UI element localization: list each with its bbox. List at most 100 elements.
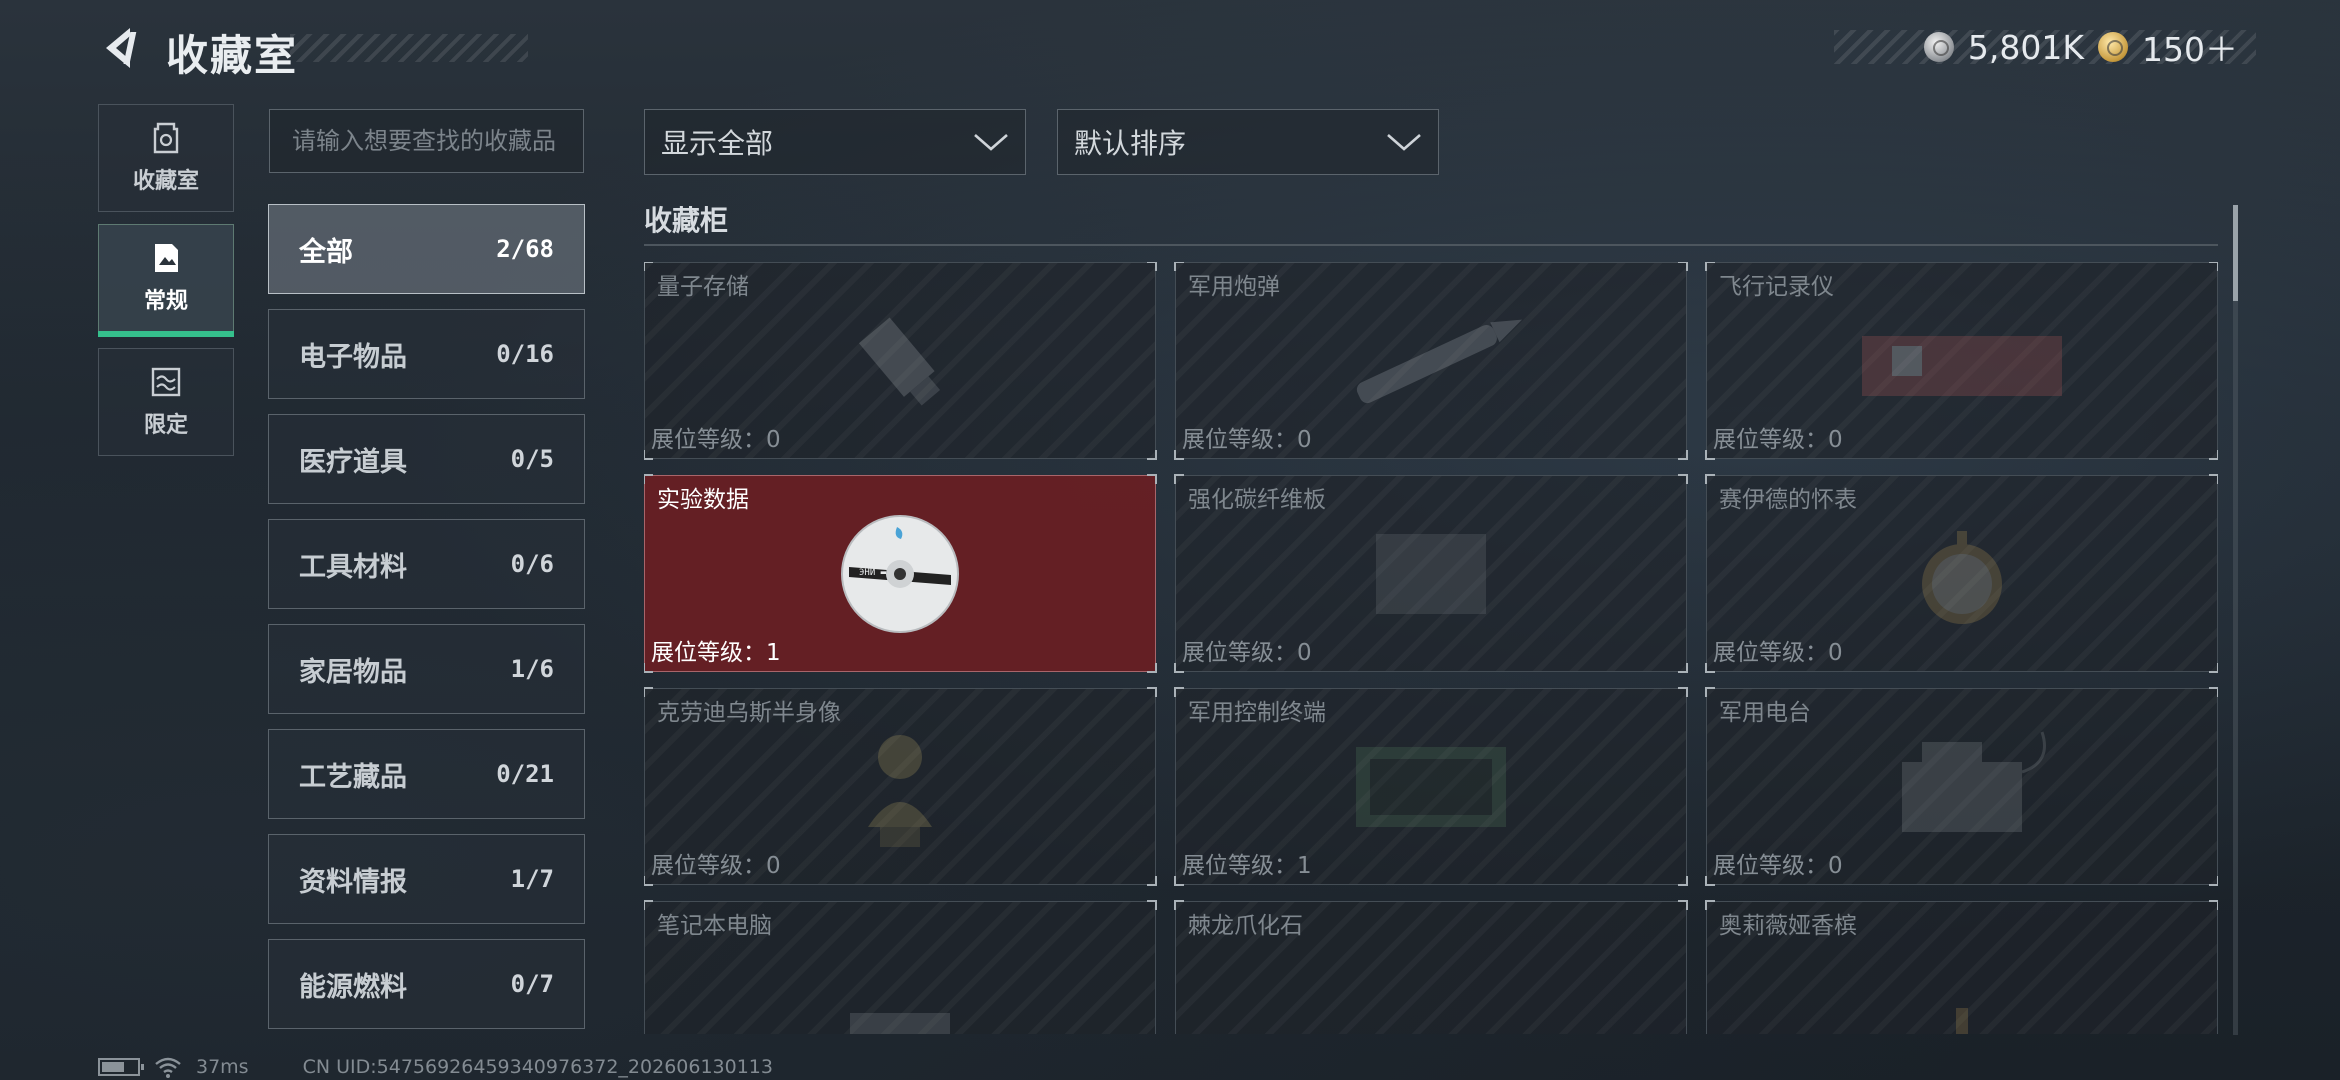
display-filter-dropdown[interactable]: 显示全部 xyxy=(644,109,1026,175)
item-name: 赛伊德的怀表 xyxy=(1719,487,1857,513)
title-decoration xyxy=(290,34,528,62)
sort-value: 默认排序 xyxy=(1074,127,1187,160)
category-name: 医疗道具 xyxy=(299,446,407,478)
scroll-thumb[interactable] xyxy=(2233,205,2238,301)
display-filter-value: 显示全部 xyxy=(661,127,774,160)
category-count: 0/21 xyxy=(496,760,554,788)
collection-card[interactable]: 军用电台 展位等级：0 xyxy=(1705,687,2218,886)
bust-icon xyxy=(868,734,932,847)
item-level: 展位等级：1 xyxy=(1182,853,1312,879)
fossil-icon xyxy=(1341,1028,1521,1034)
disc-icon: ЭНИ ▬ ВУ xyxy=(841,514,959,633)
side-nav-label: 收藏室 xyxy=(132,169,199,194)
control-terminal-icon xyxy=(1356,746,1506,827)
category-household[interactable]: 家居物品 1/6 xyxy=(268,624,585,714)
collection-card[interactable]: 棘龙爪化石 xyxy=(1174,900,1688,1034)
flight-recorder-icon xyxy=(1862,335,2062,396)
ping-value: 37ms xyxy=(196,1056,249,1078)
artillery-shell-icon xyxy=(1356,319,1523,403)
gold-currency-value[interactable]: 150＋ xyxy=(2142,23,2238,71)
champagne-icon xyxy=(1956,1008,1968,1034)
item-level: 展位等级：0 xyxy=(1182,640,1312,666)
side-nav-item-vault[interactable]: 收藏室 xyxy=(98,104,234,212)
collection-card[interactable]: 笔记本电脑 xyxy=(644,900,1157,1034)
chevron-down-icon xyxy=(974,134,1008,151)
carbon-plate-icon xyxy=(1376,533,1486,614)
category-crafts[interactable]: 工艺藏品 0/21 xyxy=(268,729,585,819)
item-level: 展位等级：1 xyxy=(651,640,781,666)
section-title: 收藏柜 xyxy=(644,204,729,237)
category-name: 电子物品 xyxy=(299,341,407,373)
laptop-icon xyxy=(850,1013,950,1034)
category-name: 全部 xyxy=(299,236,353,268)
item-name: 实验数据 xyxy=(657,487,749,513)
gold-coin-icon xyxy=(2098,32,2128,62)
item-name: 军用电台 xyxy=(1719,700,1811,726)
category-list: 全部 2/68 电子物品 0/16 医疗道具 0/5 工具材料 0/6 家居物品… xyxy=(268,204,585,1044)
item-name: 量子存储 xyxy=(657,274,749,300)
category-count: 2/68 xyxy=(496,235,554,263)
collection-card[interactable]: 克劳迪乌斯半身像 展位等级：0 xyxy=(644,687,1157,886)
category-all[interactable]: 全部 2/68 xyxy=(268,204,585,294)
collection-card[interactable]: 量子存储 展位等级：0 xyxy=(644,262,1157,460)
category-energy[interactable]: 能源燃料 0/7 xyxy=(268,939,585,1029)
item-level: 展位等级：0 xyxy=(1713,427,1843,453)
collection-card-owned[interactable]: ЭНИ ▬ ВУ 实验数据 展位等级：1 xyxy=(644,474,1157,673)
item-name: 克劳迪乌斯半身像 xyxy=(657,700,841,726)
item-name: 棘龙爪化石 xyxy=(1188,913,1303,939)
item-name: 强化碳纤维板 xyxy=(1188,487,1326,513)
battery-icon xyxy=(98,1058,144,1076)
collection-card[interactable]: 军用炮弹 展位等级：0 xyxy=(1174,262,1688,460)
chevron-down-icon xyxy=(1387,134,1421,151)
currency-bar: 5,801K 150＋ xyxy=(1834,27,2256,69)
category-medical[interactable]: 医疗道具 0/5 xyxy=(268,414,585,504)
silver-coin-icon xyxy=(1923,32,1954,62)
search-box[interactable] xyxy=(269,109,584,173)
category-count: 0/5 xyxy=(510,445,554,473)
pocket-watch-icon xyxy=(1922,530,2002,624)
page-title: 收藏室 xyxy=(166,31,299,80)
category-count: 1/6 xyxy=(510,655,554,683)
collection-grid: 量子存储 展位等级：0 军用炮弹 展位等级：0 飞行记录仪 展位等级：0 ЭНИ… xyxy=(644,262,2218,1034)
sort-dropdown[interactable]: 默认排序 xyxy=(1057,109,1439,175)
vault-icon xyxy=(153,122,179,154)
side-nav-label: 常规 xyxy=(143,289,188,314)
item-level: 展位等级：0 xyxy=(1713,853,1843,879)
side-nav-label: 限定 xyxy=(143,413,188,438)
item-level: 展位等级：0 xyxy=(1182,427,1312,453)
wifi-icon xyxy=(155,1057,181,1078)
category-name: 资料情报 xyxy=(299,866,407,898)
search-input[interactable] xyxy=(292,127,561,155)
item-name: 笔记本电脑 xyxy=(657,913,772,939)
collection-card[interactable]: 奥莉薇娅香槟 xyxy=(1705,900,2218,1034)
category-name: 能源燃料 xyxy=(299,971,407,1003)
section-divider xyxy=(644,244,2218,246)
side-nav-item-regular[interactable]: 常规 xyxy=(98,224,234,337)
category-intel[interactable]: 资料情报 1/7 xyxy=(268,834,585,924)
category-electronics[interactable]: 电子物品 0/16 xyxy=(268,309,585,399)
item-name: 奥莉薇娅香槟 xyxy=(1719,913,1857,939)
category-count: 0/6 xyxy=(510,550,554,578)
back-arrow-icon xyxy=(106,28,137,68)
item-name: 飞行记录仪 xyxy=(1719,274,1834,300)
category-name: 工具材料 xyxy=(299,551,407,583)
grid-scrollbar[interactable] xyxy=(2233,205,2238,1035)
side-nav-item-limited[interactable]: 限定 xyxy=(98,348,234,456)
item-level: 展位等级：0 xyxy=(651,853,781,879)
side-nav: 收藏室 常规 限定 xyxy=(98,104,234,456)
collection-card[interactable]: 飞行记录仪 展位等级：0 xyxy=(1705,262,2218,460)
item-level: 展位等级：0 xyxy=(651,427,781,453)
radio-icon xyxy=(1902,731,2046,832)
collection-card[interactable]: 赛伊德的怀表 展位等级：0 xyxy=(1705,474,2218,673)
silver-currency-value: 5,801K xyxy=(1967,27,2084,67)
collection-card[interactable]: 军用控制终端 展位等级：1 xyxy=(1174,687,1688,886)
user-uid: CN UID:5475692645934097637​2_20260613011… xyxy=(302,1056,773,1078)
item-name: 军用炮弹 xyxy=(1188,274,1280,300)
category-name: 工艺藏品 xyxy=(299,761,407,793)
document-icon xyxy=(155,244,178,272)
limited-icon xyxy=(151,367,181,397)
back-button[interactable] xyxy=(96,24,144,72)
category-tools[interactable]: 工具材料 0/6 xyxy=(268,519,585,609)
collection-card[interactable]: 强化碳纤维板 展位等级：0 xyxy=(1174,474,1688,673)
usb-drive-icon xyxy=(858,317,941,405)
